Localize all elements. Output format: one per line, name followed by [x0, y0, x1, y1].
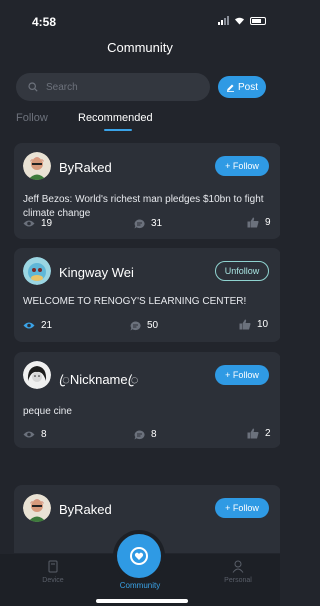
device-icon — [48, 560, 58, 573]
page-title: Community — [107, 40, 173, 55]
wifi-icon — [235, 17, 244, 25]
comment-count[interactable]: 31 — [134, 218, 162, 229]
eye-icon — [23, 431, 35, 438]
view-count: 19 — [23, 218, 52, 229]
post-card[interactable]: ByRaked + Follow Jeff Bezos: World's ric… — [14, 143, 280, 239]
community-icon — [130, 547, 148, 565]
status-time: 4:58 — [32, 15, 57, 29]
nav-community-label: Community — [119, 581, 161, 590]
view-count: 8 — [23, 429, 47, 440]
pencil-icon — [226, 84, 234, 92]
person-icon — [232, 560, 244, 573]
avatar[interactable] — [23, 257, 51, 285]
nav-device[interactable]: Device — [23, 560, 83, 584]
eye-icon — [23, 322, 35, 329]
post-username[interactable]: ByRaked — [59, 502, 112, 517]
like-count[interactable]: 10 — [239, 319, 268, 330]
battery-icon — [250, 16, 266, 25]
post-username[interactable]: ꦿNicknameꦿ — [59, 369, 138, 396]
post-text[interactable]: Jeff Bezos: World's richest man pledges … — [23, 193, 273, 221]
search-icon — [28, 82, 38, 92]
post-text[interactable]: peque cine — [23, 405, 273, 419]
signal-icon — [218, 16, 229, 25]
like-count[interactable]: 2 — [247, 428, 271, 439]
nav-personal-label: Personal — [224, 577, 252, 584]
comment-icon — [130, 320, 141, 330]
follow-button[interactable]: + Follow — [215, 365, 269, 385]
post-username[interactable]: Kingway Wei — [59, 265, 134, 280]
tab-active-indicator — [104, 129, 132, 131]
like-count[interactable]: 9 — [247, 217, 271, 228]
view-count: 21 — [23, 320, 52, 331]
home-indicator — [96, 599, 188, 603]
post-username[interactable]: ByRaked — [59, 160, 112, 175]
comment-icon — [134, 429, 145, 439]
post-feed[interactable]: ByRaked + Follow Jeff Bezos: World's ric… — [14, 143, 280, 553]
comment-count[interactable]: 50 — [130, 320, 158, 331]
search-input[interactable] — [46, 81, 186, 93]
eye-icon — [23, 220, 35, 227]
tab-follow[interactable]: Follow — [16, 112, 48, 124]
avatar[interactable] — [23, 361, 51, 389]
avatar[interactable] — [23, 152, 51, 180]
nav-personal[interactable]: Personal — [208, 560, 268, 584]
status-bar: 4:58 — [0, 0, 280, 40]
comment-icon — [134, 218, 145, 228]
community-fab[interactable] — [117, 534, 161, 578]
post-button-label: Post — [237, 81, 258, 93]
post-text[interactable]: WELCOME TO RENOGY'S LEARNING CENTER! — [23, 295, 273, 309]
post-button[interactable]: Post — [218, 76, 266, 98]
status-icons — [218, 16, 266, 25]
tab-recommended[interactable]: Recommended — [78, 112, 153, 124]
search-bar[interactable] — [16, 73, 210, 101]
avatar[interactable] — [23, 494, 51, 522]
post-card[interactable]: ꦿNicknameꦿ + Follow peque cine 8 8 2 — [14, 352, 280, 448]
follow-button[interactable]: + Follow — [215, 498, 269, 518]
nav-device-label: Device — [42, 577, 64, 584]
thumbs-up-icon — [247, 217, 259, 228]
follow-button[interactable]: + Follow — [215, 156, 269, 176]
thumbs-up-icon — [239, 319, 251, 330]
thumbs-up-icon — [247, 428, 259, 439]
post-card[interactable]: Kingway Wei Unfollow WELCOME TO RENOGY'S… — [14, 248, 280, 342]
unfollow-button[interactable]: Unfollow — [215, 261, 269, 281]
comment-count[interactable]: 8 — [134, 429, 157, 440]
